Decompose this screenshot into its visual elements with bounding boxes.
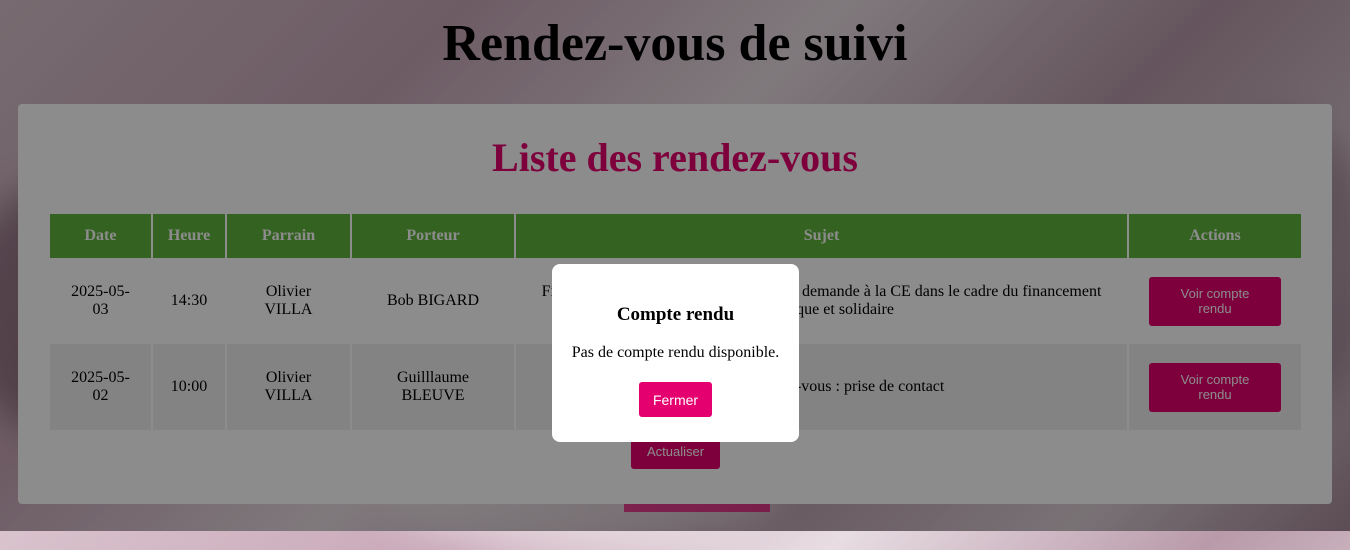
modal-message: Pas de compte rendu disponible. [571, 344, 780, 361]
modal-title: Compte rendu [616, 304, 735, 325]
report-modal: Compte rendu Pas de compte rendu disponi… [552, 264, 799, 442]
close-button[interactable]: Fermer [639, 382, 712, 417]
